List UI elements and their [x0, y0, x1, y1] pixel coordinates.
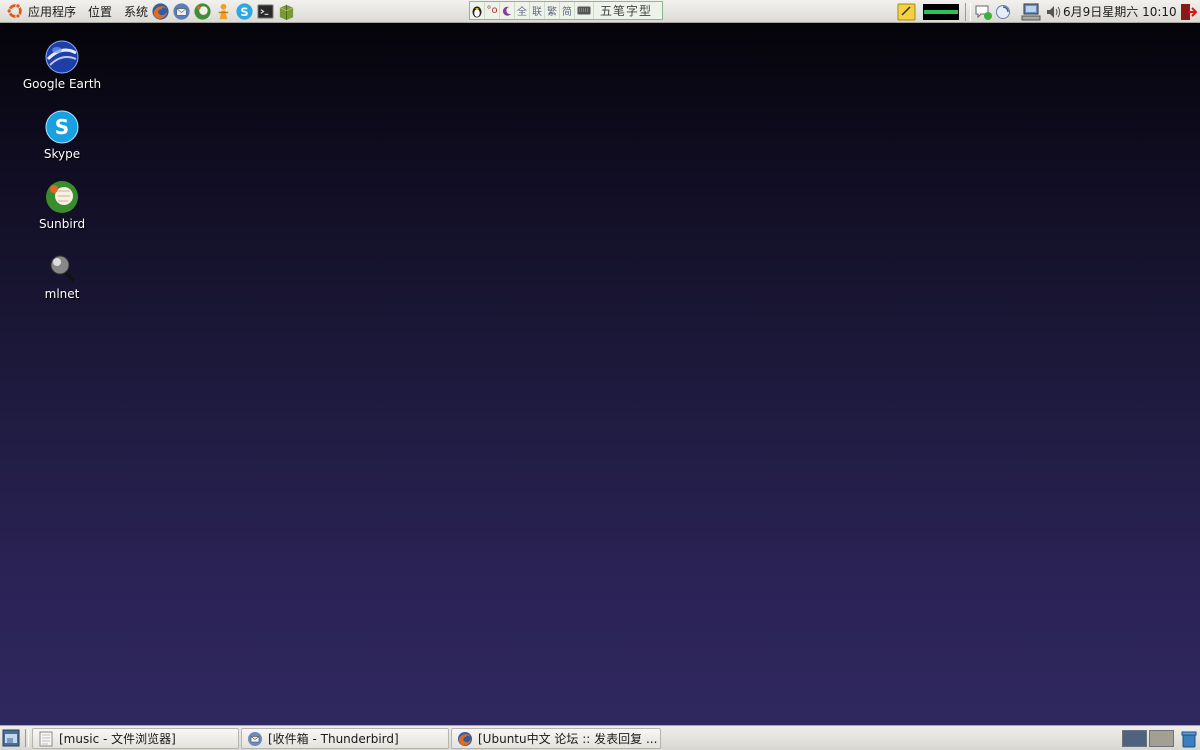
keyboard-icon	[577, 6, 591, 15]
file-manager-icon	[39, 731, 53, 746]
desktop-icon-mlnet[interactable]: mlnet	[12, 249, 112, 301]
ime-associate-toggle[interactable]: 联	[530, 2, 545, 19]
desktop-icon-google-earth[interactable]: Google Earth	[12, 39, 112, 91]
ime-simplified-toggle[interactable]: 简	[560, 2, 575, 19]
task-firefox[interactable]: [Ubuntu中文 论坛 :: 发表回复 ...	[451, 728, 661, 749]
desktop-icon-sunbird[interactable]: Sunbird	[12, 179, 112, 231]
mlnet-icon	[50, 255, 76, 283]
desktop-icon-label: Google Earth	[22, 77, 102, 91]
notification-area	[896, 0, 1064, 23]
update-icon[interactable]	[994, 2, 1012, 22]
google-earth-icon	[45, 40, 79, 74]
tray-separator	[965, 2, 971, 21]
task-label: [Ubuntu中文 论坛 :: 发表回复 ...	[478, 732, 658, 746]
skype-icon: S	[45, 110, 79, 144]
svg-text:S: S	[240, 4, 248, 18]
thunderbird-launcher[interactable]	[172, 1, 192, 21]
sunbird-icon	[194, 2, 211, 20]
network-icon[interactable]	[1020, 2, 1042, 22]
task-thunderbird[interactable]: [收件箱 - Thunderbird]	[241, 728, 449, 749]
menu-system[interactable]: 系统	[118, 0, 150, 23]
firefox-icon	[458, 731, 472, 746]
firefox-launcher[interactable]	[151, 1, 171, 21]
ime-halfwidth-toggle[interactable]	[500, 2, 515, 19]
ubuntu-logo-icon[interactable]	[6, 2, 24, 20]
moon-icon	[502, 6, 511, 16]
menu-applications[interactable]: 应用程序	[26, 0, 82, 23]
desktop-icon-skype[interactable]: S Skype	[12, 109, 112, 161]
desktop-icon-label: Skype	[43, 147, 81, 161]
aMSN-icon	[218, 3, 229, 19]
task-label: [music - 文件浏览器]	[59, 732, 176, 746]
ime-fullwidth-toggle[interactable]: 全	[515, 2, 530, 19]
ime-traditional-toggle[interactable]: 繁	[545, 2, 560, 19]
ime-keyboard-icon[interactable]	[575, 2, 594, 19]
desktop-icon-label: Sunbird	[38, 217, 86, 231]
show-desktop-icon[interactable]	[2, 729, 20, 747]
clock[interactable]: 6月9日星期六 10:10	[1063, 0, 1177, 23]
terminal-launcher[interactable]	[256, 1, 276, 21]
volume-icon[interactable]	[1044, 2, 1064, 22]
thunderbird-icon	[173, 2, 190, 20]
svg-text:S: S	[55, 115, 69, 139]
skype-launcher[interactable]: S	[235, 1, 255, 21]
ime-penguin-icon[interactable]	[470, 2, 485, 19]
book-launcher[interactable]	[277, 1, 297, 21]
input-method-bar[interactable]: °o 全 联 繁 简 五笔字型	[469, 1, 663, 20]
system-monitor-icon[interactable]	[923, 2, 959, 22]
book-icon	[279, 4, 294, 20]
menu-places[interactable]: 位置	[82, 0, 118, 23]
ime-punct-toggle[interactable]: °o	[485, 2, 500, 19]
desktop-icon-label: mlnet	[44, 287, 80, 301]
chat-status-icon[interactable]	[974, 2, 994, 22]
sunbird-icon	[46, 181, 78, 213]
penguin-icon	[472, 6, 482, 17]
trash-icon[interactable]	[1180, 730, 1198, 748]
firefox-icon	[152, 2, 169, 20]
logout-icon[interactable]	[1178, 2, 1198, 22]
task-file-manager[interactable]: [music - 文件浏览器]	[32, 728, 239, 749]
taskbar-separator	[25, 729, 29, 747]
skype-icon: S	[236, 2, 253, 20]
amsn-launcher[interactable]	[214, 1, 234, 21]
workspace-1[interactable]	[1122, 730, 1147, 747]
sunbird-launcher[interactable]	[193, 1, 213, 21]
task-label: [收件箱 - Thunderbird]	[268, 732, 399, 746]
desktop[interactable]: Google Earth S Skype Sunbird mlnet	[0, 23, 1200, 725]
terminal-icon	[257, 3, 274, 19]
workspace-2[interactable]	[1149, 730, 1174, 747]
bottom-panel: [music - 文件浏览器] [收件箱 - Thunderbird] [Ubu…	[0, 725, 1200, 750]
notes-icon[interactable]	[896, 2, 918, 22]
ime-mode-label[interactable]: 五笔字型	[594, 2, 652, 19]
thunderbird-icon	[248, 731, 262, 746]
